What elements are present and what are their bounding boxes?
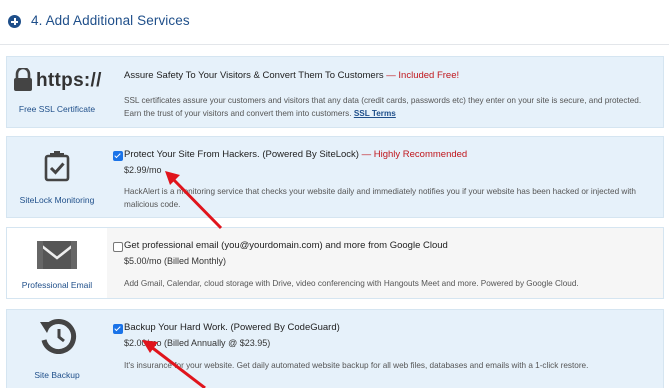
ssl-terms-link[interactable]: SSL Terms	[354, 109, 396, 118]
ssl-description: SSL certificates assure your customers a…	[124, 95, 654, 120]
email-icon-column: Professional Email	[7, 228, 107, 298]
email-caption: Professional Email	[21, 280, 93, 290]
backup-checkbox[interactable]	[113, 324, 123, 334]
shield-check-icon	[43, 150, 71, 187]
https-logo-text: https://	[36, 70, 102, 91]
highly-recommended-badge: Highly Recommended	[373, 149, 468, 160]
envelope-icon	[37, 240, 77, 275]
service-row-ssl: https:// Free SSL Certificate Assure Saf…	[6, 56, 664, 128]
ssl-title-text: Assure Safety To Your Visitors & Convert…	[124, 70, 384, 81]
service-row-sitelock: SiteLock Monitoring Protect Your Site Fr…	[6, 136, 664, 218]
sitelock-title: Protect Your Site From Hackers. (Powered…	[124, 149, 467, 160]
ssl-icon-column: https:// Free SSL Certificate	[7, 57, 107, 127]
sitelock-icon-column: SiteLock Monitoring	[7, 137, 107, 217]
backup-icon-column: Site Backup	[7, 310, 107, 388]
service-row-backup: Site Backup Backup Your Hard Work. (Powe…	[6, 309, 664, 388]
sitelock-price: $2.99/mo	[124, 165, 162, 175]
sitelock-caption: SiteLock Monitoring	[19, 195, 95, 205]
backup-caption: Site Backup	[34, 370, 80, 380]
sitelock-checkbox[interactable]	[113, 151, 123, 161]
email-description: Add Gmail, Calendar, cloud storage with …	[124, 279, 579, 288]
service-row-email: Professional Email Get professional emai…	[6, 227, 664, 299]
included-free-badge: Included Free!	[398, 70, 460, 81]
sitelock-title-text: Protect Your Site From Hackers. (Powered…	[124, 149, 359, 160]
email-title: Get professional email (you@yourdomain.c…	[124, 240, 448, 251]
ssl-title: Assure Safety To Your Visitors & Convert…	[124, 70, 459, 81]
header-divider	[0, 44, 669, 45]
section-title: 4. Add Additional Services	[31, 13, 190, 28]
sitelock-separator: —	[358, 149, 374, 160]
email-price: $5.00/mo (Billed Monthly)	[124, 256, 227, 266]
email-checkbox[interactable]	[113, 242, 123, 252]
ssl-separator: —	[383, 70, 399, 81]
plus-circle-icon	[8, 15, 21, 28]
lock-icon	[13, 66, 33, 97]
backup-price: $2.00/mo (Billed Annually @ $23.95)	[124, 338, 271, 348]
backup-title: Backup Your Hard Work. (Powered By CodeG…	[124, 322, 340, 333]
ssl-caption: Free SSL Certificate	[18, 104, 96, 114]
backup-clock-icon	[39, 318, 77, 359]
backup-description: It's insurance for your website. Get dai…	[124, 361, 589, 370]
sitelock-description: HackAlert is a monitoring service that c…	[124, 187, 636, 209]
